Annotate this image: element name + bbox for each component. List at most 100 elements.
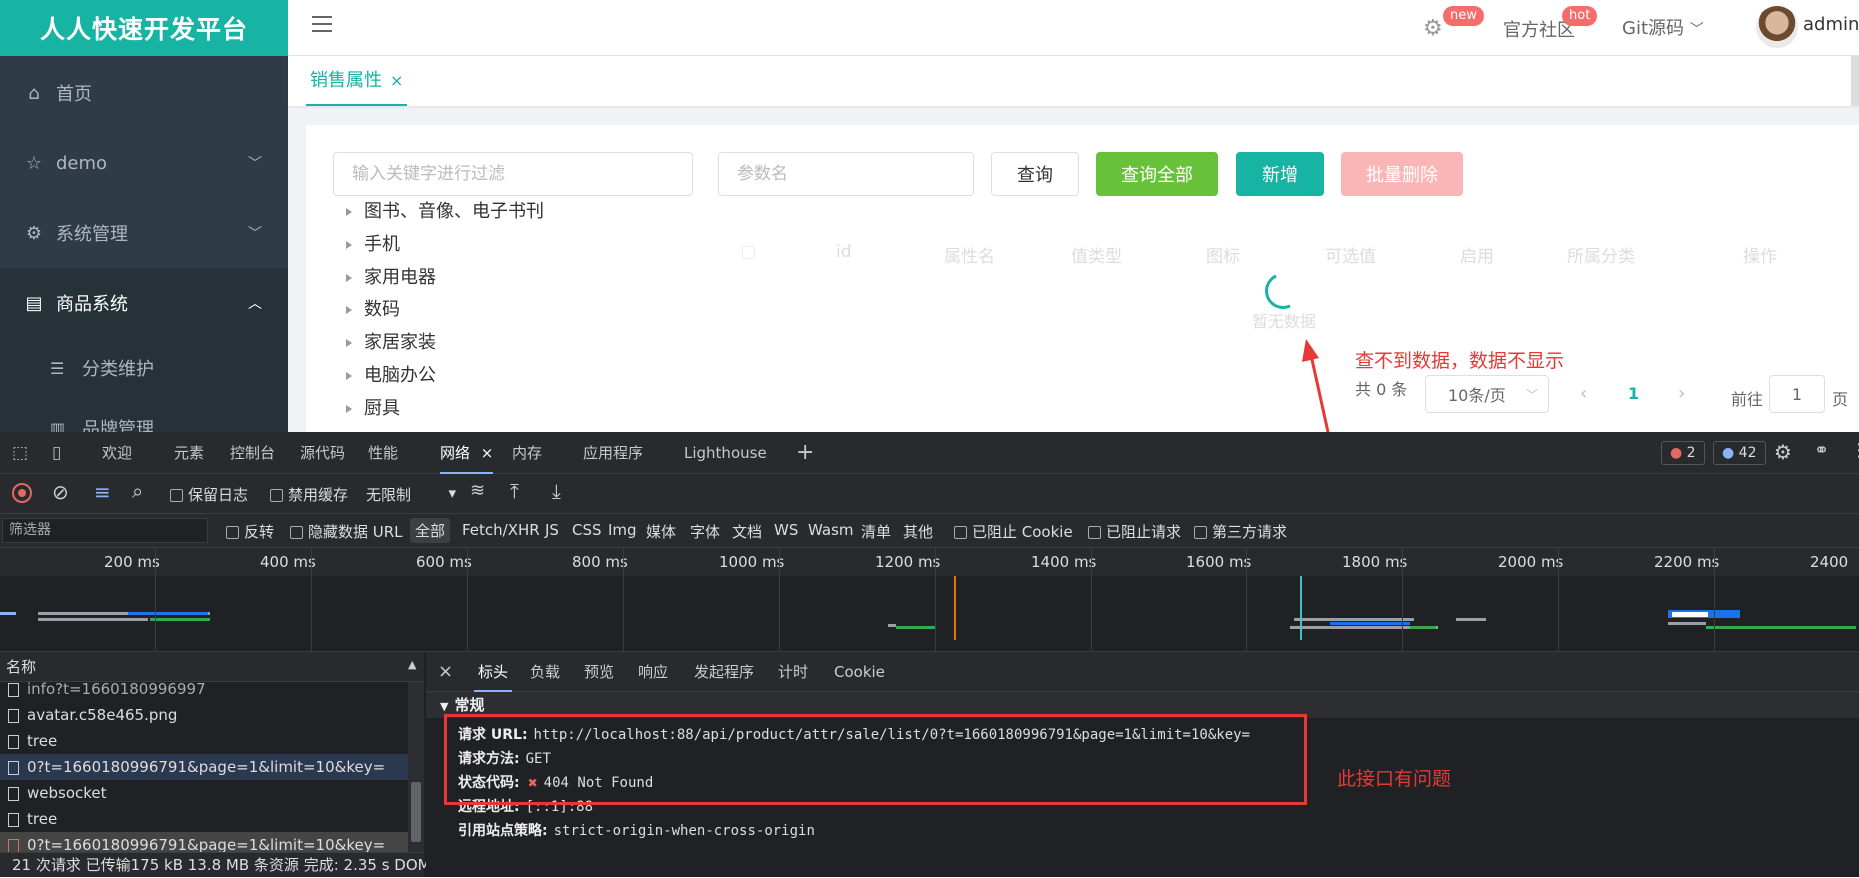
tab-performance[interactable]: 性能 [368,432,398,474]
preserve-log-checkbox[interactable]: 保留日志 [170,484,248,505]
tab-headers[interactable]: 标头 [474,652,513,692]
tab-payload[interactable]: 负载 [530,652,560,692]
tab-console[interactable]: 控制台 [230,432,275,474]
network-conditions-icon[interactable]: ≋ [470,480,485,501]
filter-type-css[interactable]: CSS [572,521,602,539]
file-icon [8,786,19,801]
add-tab-icon[interactable]: + [796,432,814,474]
filter-type-wasm[interactable]: Wasm [808,521,854,539]
device-toolbar-icon[interactable]: ▯ [52,443,61,463]
filter-type-js[interactable]: JS [545,521,559,539]
preserve-log-label: 保留日志 [188,486,249,504]
request-name: info?t=1660180996997 [27,680,206,698]
tab-timing[interactable]: 计时 [778,652,808,692]
request-row[interactable]: websocket [0,780,408,806]
filter-type-doc[interactable]: 文档 [732,521,762,542]
more-options-icon[interactable]: ⋮ [1850,440,1859,461]
caret-down-icon: ▾ [448,484,456,502]
error-count[interactable]: ● 2 [1661,441,1705,465]
hide-data-urls-checkbox[interactable]: 隐藏数据 URL [290,521,403,542]
sort-up-icon[interactable]: ▲ [408,658,416,671]
search-icon[interactable]: ⌕ [132,479,143,503]
throttle-select[interactable]: 无限制 ▾ [366,484,456,505]
disable-cache-checkbox[interactable]: 禁用缓存 [270,484,348,505]
tab-sources[interactable]: 源代码 [300,432,345,474]
file-icon [8,838,19,853]
checkbox-icon [954,526,967,539]
tab-welcome[interactable]: 欢迎 [102,432,132,474]
network-toolbar: ⊘ ≡ ⌕ 保留日志 禁用缓存 无限制 ▾ ≋ ⤒ ⤓ [0,474,1859,514]
request-name: websocket [27,784,107,802]
request-row[interactable]: tree [0,806,408,832]
filter-type-ws[interactable]: WS [774,521,798,539]
blocked-cookies-checkbox[interactable]: 已阻止 Cookie [954,521,1073,542]
checkbox-icon [170,489,183,502]
message-count[interactable]: ● 42 [1713,441,1766,465]
network-overview [0,576,1859,652]
annotation-api-problem: 此接口有问题 [1337,768,1452,790]
blocked-requests-checkbox[interactable]: 已阻止请求 [1088,521,1181,542]
field-key: 引用站点策略: [458,823,548,839]
tab-cookie[interactable]: Cookie [834,652,885,692]
clear-icon[interactable]: ⊘ [52,480,69,504]
request-name: avatar.c58e465.png [27,706,178,724]
third-party-label: 第三方请求 [1212,523,1288,541]
file-icon [8,708,19,723]
message-icon: ● [1722,445,1735,461]
time-tick: 1000 ms [719,553,785,571]
tab-application[interactable]: 应用程序 [583,432,643,474]
request-row[interactable]: tree [0,728,408,754]
error-icon: ● [1670,445,1683,461]
third-party-checkbox[interactable]: 第三方请求 [1194,521,1287,542]
tab-preview[interactable]: 预览 [584,652,614,692]
checkbox-icon [1088,526,1101,539]
tab-lighthouse[interactable]: Lighthouse [684,432,767,474]
filter-type-font[interactable]: 字体 [690,521,720,542]
request-row[interactable]: avatar.c58e465.png [0,702,408,728]
settings-gear-icon[interactable]: ⚙ [1774,440,1792,464]
import-icon[interactable]: ⤒ [510,479,519,503]
time-tick: 1800 ms [1342,553,1408,571]
filter-type-fetch[interactable]: Fetch/XHR [462,521,540,539]
network-summary: 21 次请求 已传输175 kB 13.8 MB 条资源 完成: 2.35 s … [0,852,431,877]
time-tick: 1200 ms [875,553,941,571]
request-row[interactable]: 0?t=1660180996791&page=1&limit=10&key= [0,754,408,780]
tab-memory[interactable]: 内存 [512,432,542,474]
time-tick: 800 ms [572,553,628,571]
tab-response[interactable]: 响应 [638,652,668,692]
referrer-policy-row: 引用站点策略: strict-origin-when-cross-origin [458,820,815,840]
checkbox-icon [1194,526,1207,539]
time-tick: 400 ms [260,553,316,571]
filter-icon[interactable]: ≡ [94,480,111,504]
filter-type-media[interactable]: 媒体 [646,521,676,542]
invert-label: 反转 [244,523,275,541]
filter-type-img[interactable]: Img [608,521,637,539]
general-title: 常规 [454,696,485,714]
requests-list: 名称 ▲ info?t=1660180996997 avatar.c58e465… [0,652,431,877]
tab-network-label: 网络 [440,444,471,462]
disable-cache-label: 禁用缓存 [288,486,349,504]
field-value: strict-origin-when-cross-origin [553,823,815,839]
timeline-ruler: 200 ms 400 ms 600 ms 800 ms 1000 ms 1200… [0,548,1859,589]
filter-type-other[interactable]: 其他 [903,521,933,542]
filter-type-manifest[interactable]: 清单 [861,521,891,542]
request-row[interactable]: info?t=1660180996997 [0,676,408,702]
filter-input[interactable]: 筛选器 [2,518,208,543]
filter-type-all[interactable]: 全部 [410,518,451,543]
close-icon[interactable]: × [481,444,494,462]
customize-icon[interactable]: ⚭ [1814,440,1829,461]
tab-initiator[interactable]: 发起程序 [694,652,754,692]
tab-elements[interactable]: 元素 [174,432,204,474]
file-icon [8,682,19,697]
inspect-element-icon[interactable]: ⬚ [12,443,28,463]
invert-checkbox[interactable]: 反转 [226,521,274,542]
request-name: tree [27,732,58,750]
export-icon[interactable]: ⤓ [552,479,561,503]
close-icon[interactable]: × [438,652,453,692]
tab-network[interactable]: 网络 × [440,432,494,474]
record-icon[interactable] [12,483,32,503]
scrollbar[interactable] [408,682,424,852]
detail-tabbar: × 标头 负载 预览 响应 发起程序 计时 Cookie [426,652,1859,692]
file-icon [8,760,19,775]
time-tick: 600 ms [416,553,472,571]
